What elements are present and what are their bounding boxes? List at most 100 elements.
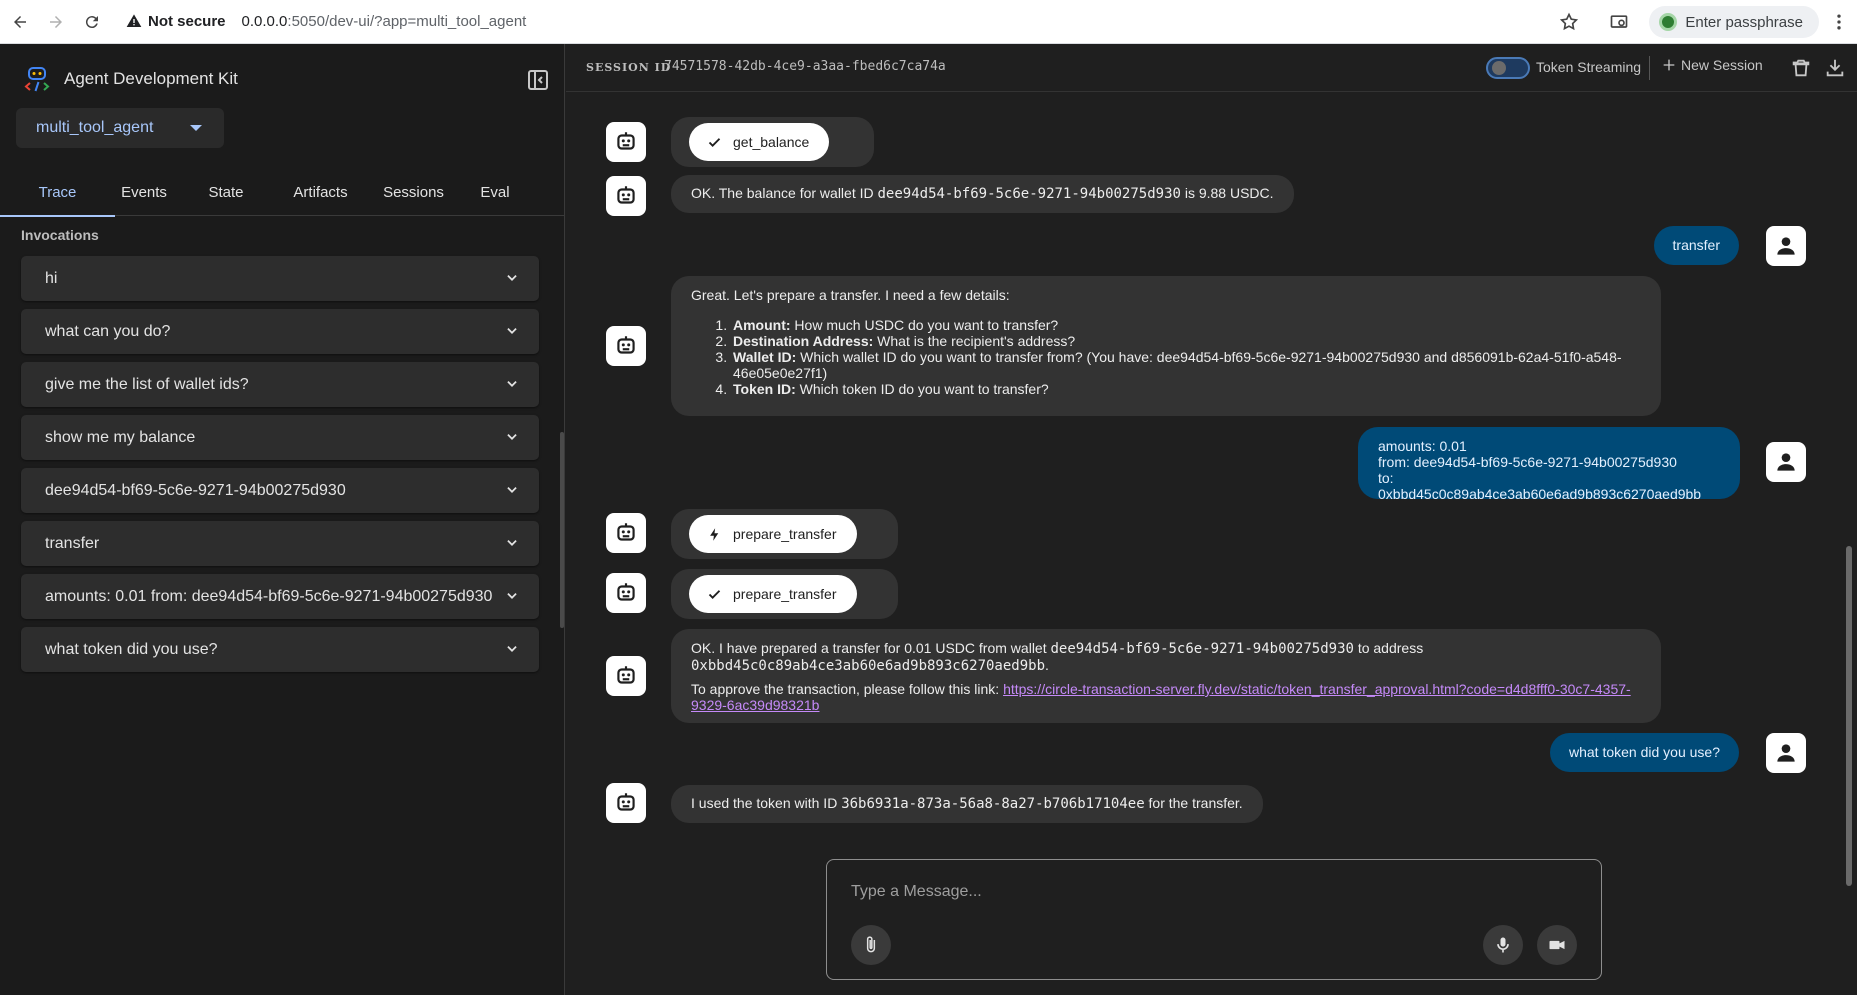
- token-id-code: 36b6931a-873a-56a8-8a27-b706b17104ee: [841, 796, 1145, 812]
- invocation-item[interactable]: show me my balance: [21, 415, 539, 460]
- reload-button[interactable]: [76, 6, 108, 38]
- address-bar[interactable]: Not secure 0.0.0.0:5050/dev-ui/?app=mult…: [118, 4, 1590, 38]
- wallet-id-code: dee94d54-bf69-5c6e-9271-94b00275d930: [1050, 641, 1354, 657]
- url-host: 0.0.0.0: [241, 12, 288, 30]
- tool-chip-get-balance[interactable]: get_balance: [689, 123, 830, 161]
- bot-avatar: [606, 176, 646, 216]
- invocation-item[interactable]: transfer: [21, 521, 539, 566]
- invocation-label: what token did you use?: [45, 640, 218, 658]
- bot-avatar: [606, 513, 646, 553]
- header-divider: [1649, 56, 1650, 80]
- app-selector[interactable]: multi_tool_agent: [16, 108, 224, 148]
- forward-button[interactable]: [40, 6, 72, 38]
- robot-icon: [617, 523, 635, 541]
- tool-chip-prepare-transfer-call[interactable]: prepare_transfer: [689, 515, 857, 553]
- chevron-down-icon: [507, 646, 517, 652]
- arrow-left-icon: [14, 15, 26, 28]
- message-paragraph: OK. I have prepared a transfer for 0.01 …: [691, 640, 1641, 674]
- robot-icon: [617, 336, 635, 354]
- chevron-down-icon: [507, 275, 517, 281]
- new-session-button[interactable]: New Session: [1661, 57, 1763, 73]
- chevron-down-icon: [507, 434, 517, 440]
- bot-message: Great. Let's prepare a transfer. I need …: [671, 276, 1661, 416]
- sidebar-scrollbar[interactable]: [560, 432, 564, 628]
- tool-name: get_balance: [733, 134, 810, 150]
- token-streaming-toggle[interactable]: [1486, 57, 1530, 79]
- invocation-label: hi: [45, 269, 58, 287]
- security-indicator[interactable]: Not secure: [126, 13, 226, 30]
- message-text: what token did you use?: [1569, 744, 1720, 760]
- browser-toolbar: Not secure 0.0.0.0:5050/dev-ui/?app=mult…: [0, 0, 1857, 44]
- message-text: Great. Let's prepare a transfer. I need …: [691, 287, 1010, 303]
- chevron-down-icon: [507, 487, 517, 493]
- session-header: SESSION ID 74571578-42db-4ce9-a3aa-fbed6…: [566, 44, 1857, 92]
- tab-events[interactable]: Events: [115, 168, 173, 216]
- download-icon[interactable]: [1824, 57, 1846, 79]
- details-list: Amount: How much USDC do you want to tra…: [731, 317, 1641, 397]
- chevron-down-icon: [507, 540, 517, 546]
- invocation-label: amounts: 0.01 from: dee94d54-bf69-5c6e-9…: [45, 587, 493, 605]
- tool-chip-prepare-transfer-result[interactable]: prepare_transfer: [689, 575, 857, 613]
- list-item: Amount: How much USDC do you want to tra…: [731, 317, 1641, 333]
- attach-button[interactable]: [851, 925, 891, 965]
- bookmark-star-icon[interactable]: [1559, 12, 1579, 32]
- app-selected-value: multi_tool_agent: [36, 119, 154, 136]
- message-text: is 9.88 USDC.: [1180, 185, 1274, 201]
- invocation-item[interactable]: give me the list of wallet ids?: [21, 362, 539, 407]
- tab-state[interactable]: State: [173, 168, 279, 216]
- video-button[interactable]: [1537, 925, 1577, 965]
- list-item: Destination Address: What is the recipie…: [731, 333, 1641, 349]
- message-text: OK. I have prepared a transfer for 0.01 …: [691, 640, 1051, 656]
- tab-eval[interactable]: Eval: [465, 168, 525, 216]
- message-text: OK. The balance for wallet ID: [691, 185, 878, 201]
- invocation-item[interactable]: amounts: 0.01 from: dee94d54-bf69-5c6e-9…: [21, 574, 539, 619]
- user-avatar: [1766, 226, 1806, 266]
- message-line: amounts: 0.01: [1378, 438, 1467, 454]
- bot-avatar: [606, 573, 646, 613]
- person-icon: [1777, 744, 1795, 762]
- tool-call-bubble: prepare_transfer: [671, 509, 898, 559]
- tab-sessions[interactable]: Sessions: [362, 168, 465, 216]
- message-text: to address: [1353, 640, 1424, 656]
- robot-icon: [617, 132, 635, 150]
- detail-text: Which wallet ID do you want to transfer …: [733, 349, 1622, 381]
- invocation-item[interactable]: dee94d54-bf69-5c6e-9271-94b00275d930: [21, 468, 539, 513]
- detail-text: Which token ID do you want to transfer?: [795, 381, 1049, 397]
- detail-text: How much USDC do you want to transfer?: [790, 317, 1059, 333]
- microphone-button[interactable]: [1483, 925, 1523, 965]
- person-icon: [1777, 453, 1795, 471]
- paperclip-icon: [866, 936, 876, 953]
- message-text: transfer: [1672, 237, 1720, 253]
- cast-search-icon[interactable]: [1609, 12, 1629, 32]
- chat-scrollbar[interactable]: [1846, 546, 1852, 886]
- message-line: from: dee94d54-bf69-5c6e-9271-94b00275d9…: [1378, 454, 1677, 470]
- chevron-down-icon: [507, 328, 517, 334]
- session-id-value: 74571578-42db-4ce9-a3aa-fbed6c7ca74a: [664, 59, 946, 74]
- message-input[interactable]: [851, 880, 1551, 904]
- collapse-sidebar-icon[interactable]: [524, 68, 552, 92]
- bolt-icon: [710, 528, 719, 541]
- detail-key: Destination Address:: [733, 333, 874, 349]
- list-item: Token ID: Which token ID do you want to …: [731, 381, 1641, 397]
- chevron-down-icon: [507, 593, 517, 599]
- message-composer: [826, 859, 1602, 980]
- list-item: Wallet ID: Which wallet ID do you want t…: [731, 349, 1641, 381]
- tab-artifacts[interactable]: Artifacts: [279, 168, 362, 216]
- passphrase-button[interactable]: Enter passphrase: [1649, 6, 1819, 38]
- invocation-item[interactable]: hi: [21, 256, 539, 301]
- invocation-label: dee94d54-bf69-5c6e-9271-94b00275d930: [45, 481, 346, 499]
- tab-trace[interactable]: Trace: [0, 168, 115, 217]
- delete-icon[interactable]: [1790, 57, 1812, 79]
- new-session-label: New Session: [1681, 57, 1763, 73]
- message-paragraph: To approve the transaction, please follo…: [691, 681, 1641, 713]
- security-label: Not secure: [148, 12, 226, 30]
- chevron-down-icon: [507, 381, 517, 387]
- toggle-knob: [1492, 61, 1506, 75]
- more-vert-icon[interactable]: [1829, 12, 1849, 32]
- back-button[interactable]: [4, 6, 36, 38]
- invocation-item[interactable]: what can you do?: [21, 309, 539, 354]
- invocation-item[interactable]: what token did you use?: [21, 627, 539, 672]
- sidebar: Agent Development Kit multi_tool_agent T…: [0, 44, 565, 995]
- arrow-right-icon: [50, 15, 62, 28]
- adk-logo-icon: [24, 67, 50, 92]
